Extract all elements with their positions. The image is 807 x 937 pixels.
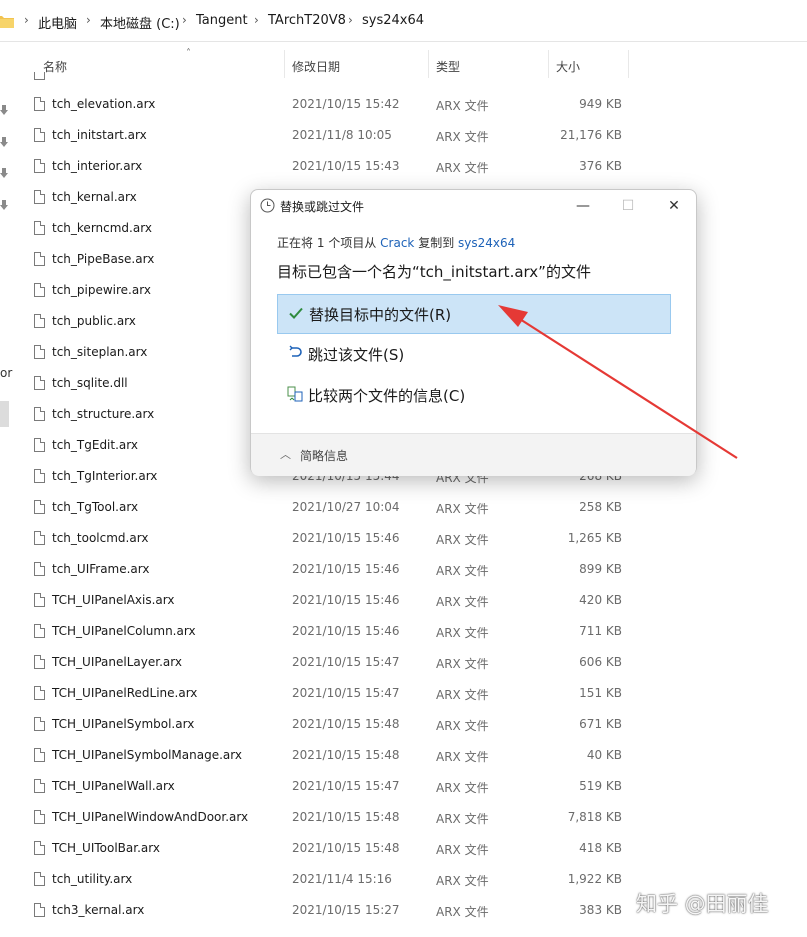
watermark: 知乎 @田丽佳 bbox=[636, 892, 769, 916]
red-arrow-annotation bbox=[498, 305, 738, 459]
